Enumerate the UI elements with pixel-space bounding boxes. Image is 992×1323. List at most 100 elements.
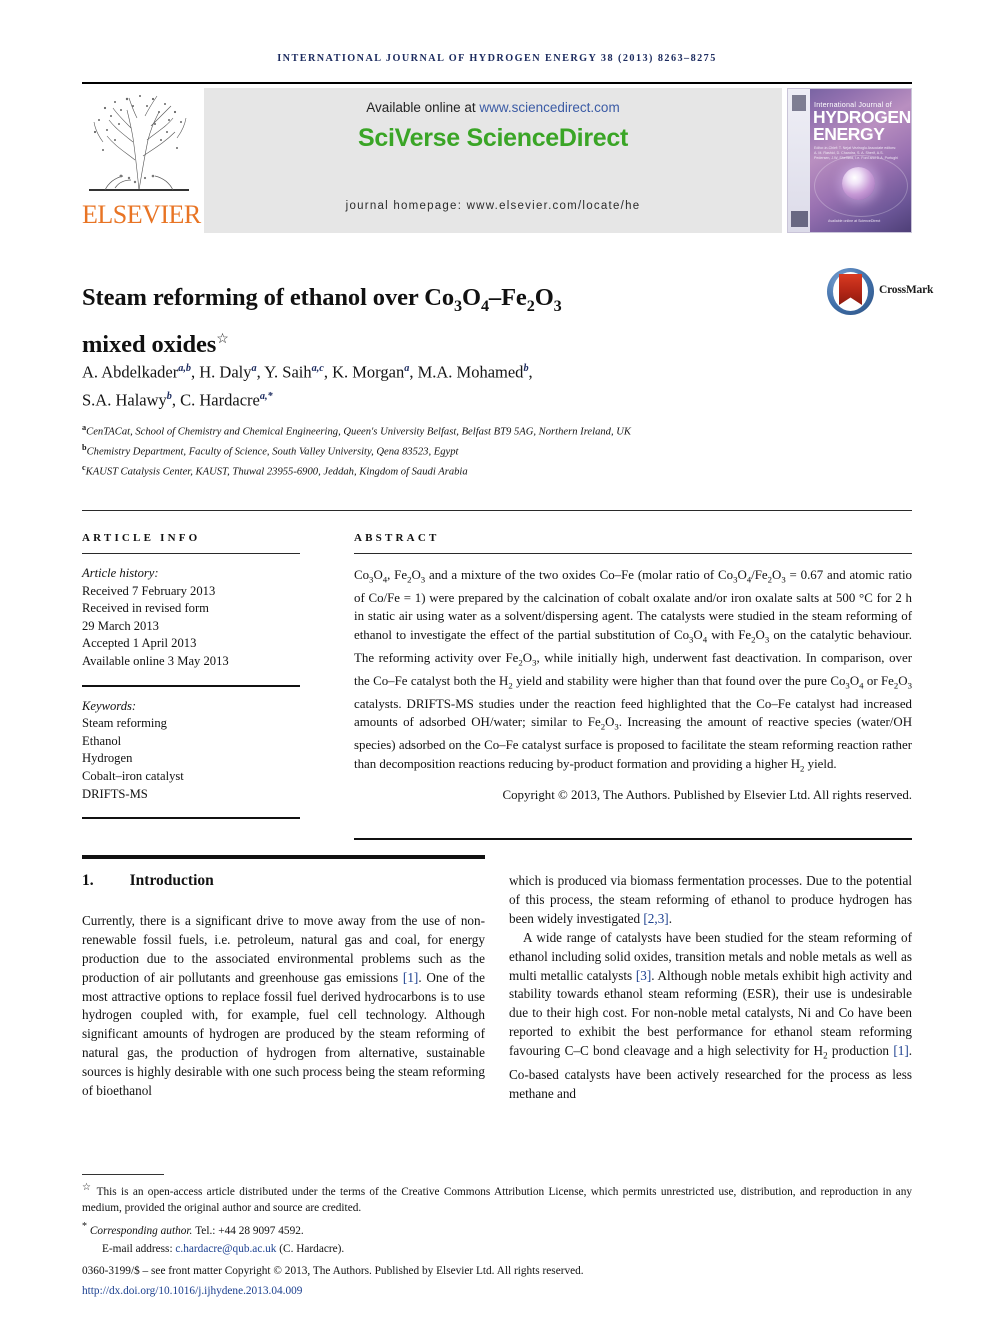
article-history-item: Available online 3 May 2013 <box>82 653 229 668</box>
info-section-rule <box>82 510 912 511</box>
title-sub-1: 3 <box>453 298 462 316</box>
title-sub-4: 3 <box>553 298 562 316</box>
keywords-label: Keywords: <box>82 698 137 713</box>
abstract-column: Abstract Co3O4, Fe2O3 and a mixture of t… <box>354 532 912 804</box>
citation-link[interactable]: [1] <box>893 1043 908 1058</box>
footnote-email-line: E-mail address: c.hardacre@qub.ac.uk (C.… <box>82 1241 912 1257</box>
cover-editors: Editor-in-Chief: T. Nejat Veziroglu Asso… <box>814 146 899 160</box>
section-title: Introduction <box>129 872 214 889</box>
author-affil-marker: b <box>523 363 529 374</box>
footnote-star-marker: ☆ <box>82 1182 93 1193</box>
footnote-open-access: ☆ This is an open-access article distrib… <box>82 1180 912 1216</box>
citation-link[interactable]: [3] <box>636 968 651 983</box>
article-info-divider <box>82 553 300 554</box>
keywords-block: Keywords: Steam reforming Ethanol Hydrog… <box>82 698 300 804</box>
available-online-line: Available online at www.sciencedirect.co… <box>204 100 782 115</box>
article-history-item: Accepted 1 April 2013 <box>82 636 197 651</box>
keyword-item: DRIFTS-MS <box>82 786 148 801</box>
title-sub-3: 2 <box>526 298 535 316</box>
affiliation-item: cKAUST Catalysis Center, KAUST, Thuwal 2… <box>82 460 782 480</box>
crossmark-circle-icon <box>827 268 874 315</box>
keyword-item: Hydrogen <box>82 751 133 766</box>
affiliation-text: Chemistry Department, Faculty of Science… <box>86 446 459 458</box>
header-rule <box>82 82 912 84</box>
author-affil-marker: b <box>166 390 172 402</box>
introduction-top-rule <box>82 855 485 859</box>
footnote-open-access-text: This is an open-access article distribut… <box>82 1185 912 1214</box>
author-affil-marker: a <box>251 363 257 374</box>
doi-link[interactable]: http://dx.doi.org/10.1016/j.ijhydene.201… <box>82 1283 912 1299</box>
journal-cover-thumbnail: International Journal of HYDROGEN ENERGY… <box>787 88 912 233</box>
keyword-item: Cobalt–iron catalyst <box>82 768 184 783</box>
article-history-item: Received in revised form <box>82 601 209 616</box>
cover-title-line1: HYDROGEN <box>813 107 911 127</box>
title-footnote-marker[interactable]: ☆ <box>216 332 229 347</box>
keywords-divider-top <box>82 684 300 687</box>
running-head: International Journal of Hydrogen Energy… <box>277 53 717 64</box>
article-history-block: Article history: Received 7 February 201… <box>82 565 300 671</box>
email-label: E-mail address: <box>102 1243 176 1256</box>
article-history-item: Received 7 February 2013 <box>82 583 216 598</box>
footnote-issn-line: 0360-3199/$ – see front matter Copyright… <box>82 1265 584 1278</box>
author-affil-marker: a,* <box>259 390 273 402</box>
title-text-part3: –Fe <box>488 284 527 312</box>
abstract-bottom-rule <box>354 838 912 840</box>
cover-sciencedirect-mark-icon <box>791 211 808 227</box>
body-column-left: 1. Introduction Currently, there is a sig… <box>82 872 485 1101</box>
abstract-heading: Abstract <box>354 532 440 544</box>
cover-elsevier-mark-icon <box>792 95 806 111</box>
paper-sheet: International Journal of Hydrogen Energy… <box>82 0 933 1323</box>
title-text-part4: O <box>534 284 554 312</box>
article-info-heading: Article info <box>82 532 201 544</box>
elsevier-wordmark: ELSEVIER <box>82 200 201 229</box>
footnote-rule <box>82 1174 164 1175</box>
page-title: Steam reforming of ethanol over Co3O4–Fe… <box>82 281 722 361</box>
article-info-column: Article info Article history: Received 7… <box>82 532 300 820</box>
paper-page: International Journal of Hydrogen Energy… <box>0 0 992 1323</box>
affiliation-text: CenTACat, School of Chemistry and Chemic… <box>86 426 631 438</box>
article-history-label: Article history: <box>82 566 159 580</box>
keyword-item: Ethanol <box>82 733 122 748</box>
author-affil-marker: a,b <box>178 363 192 374</box>
footnote-asterisk-marker: * <box>82 1221 87 1233</box>
author-affil-marker: a <box>404 363 410 374</box>
title-text-part5: mixed oxides <box>82 331 217 359</box>
keyword-item: Steam reforming <box>82 716 167 731</box>
author-affil-marker: a,c <box>311 363 324 374</box>
article-history-item: 29 March 2013 <box>82 618 159 633</box>
available-online-prefix: Available online at <box>366 100 480 115</box>
title-sub-2: 4 <box>480 298 489 316</box>
elsevier-tree-icon <box>85 90 193 202</box>
affiliation-item: bChemistry Department, Faculty of Scienc… <box>82 440 782 460</box>
author-list: A. Abdelkadera,b, H. Dalya, Y. Saiha,c, … <box>82 362 533 410</box>
affiliation-text: KAUST Catalysis Center, KAUST, Thuwal 23… <box>85 466 468 478</box>
keywords-divider-bottom <box>82 817 300 820</box>
crossmark-label: CrossMark <box>879 284 934 296</box>
footnote-block: ☆ This is an open-access article distrib… <box>82 1180 912 1299</box>
title-text-part2: O <box>461 284 481 312</box>
footnote-corresponding-author: * Corresponding author. Tel.: +44 28 909… <box>82 1219 912 1239</box>
sciencedirect-band: Available online at www.sciencedirect.co… <box>204 88 782 233</box>
corresponding-author-tel: Tel.: +44 28 9097 4592. <box>195 1224 304 1237</box>
body-paragraph: Currently, there is a significant drive … <box>82 912 485 1099</box>
citation-link[interactable]: [2,3] <box>643 911 668 926</box>
affiliation-item: aCenTACat, School of Chemistry and Chemi… <box>82 420 782 440</box>
body-column-right: which is produced via biomass fermentati… <box>509 872 912 1104</box>
cover-orb-graphic <box>842 167 875 200</box>
body-paragraph: which is produced via biomass fermentati… <box>509 873 912 926</box>
crossmark-badge[interactable]: CrossMark <box>827 268 933 320</box>
journal-masthead: ELSEVIER Available online at www.science… <box>82 88 912 233</box>
sciverse-sciencedirect-logo: SciVerse ScienceDirect <box>358 124 628 152</box>
abstract-divider <box>354 553 912 554</box>
citation-link[interactable]: [1] <box>403 970 418 985</box>
corresponding-author-label: Corresponding author. <box>89 1224 193 1237</box>
section-number: 1. <box>82 872 94 889</box>
cover-footer-text: Available online at ScienceDirect <box>828 219 881 223</box>
sciencedirect-url[interactable]: www.sciencedirect.com <box>479 100 619 115</box>
abstract-copyright: Copyright © 2013, The Authors. Published… <box>502 787 912 802</box>
email-link[interactable]: c.hardacre@qub.ac.uk <box>175 1243 276 1255</box>
elsevier-logo: ELSEVIER <box>82 88 201 233</box>
journal-homepage-line[interactable]: journal homepage: www.elsevier.com/locat… <box>204 200 782 212</box>
body-paragraph: A wide range of catalysts have been stud… <box>509 929 913 1101</box>
cover-title-line2: ENERGY <box>813 124 885 144</box>
